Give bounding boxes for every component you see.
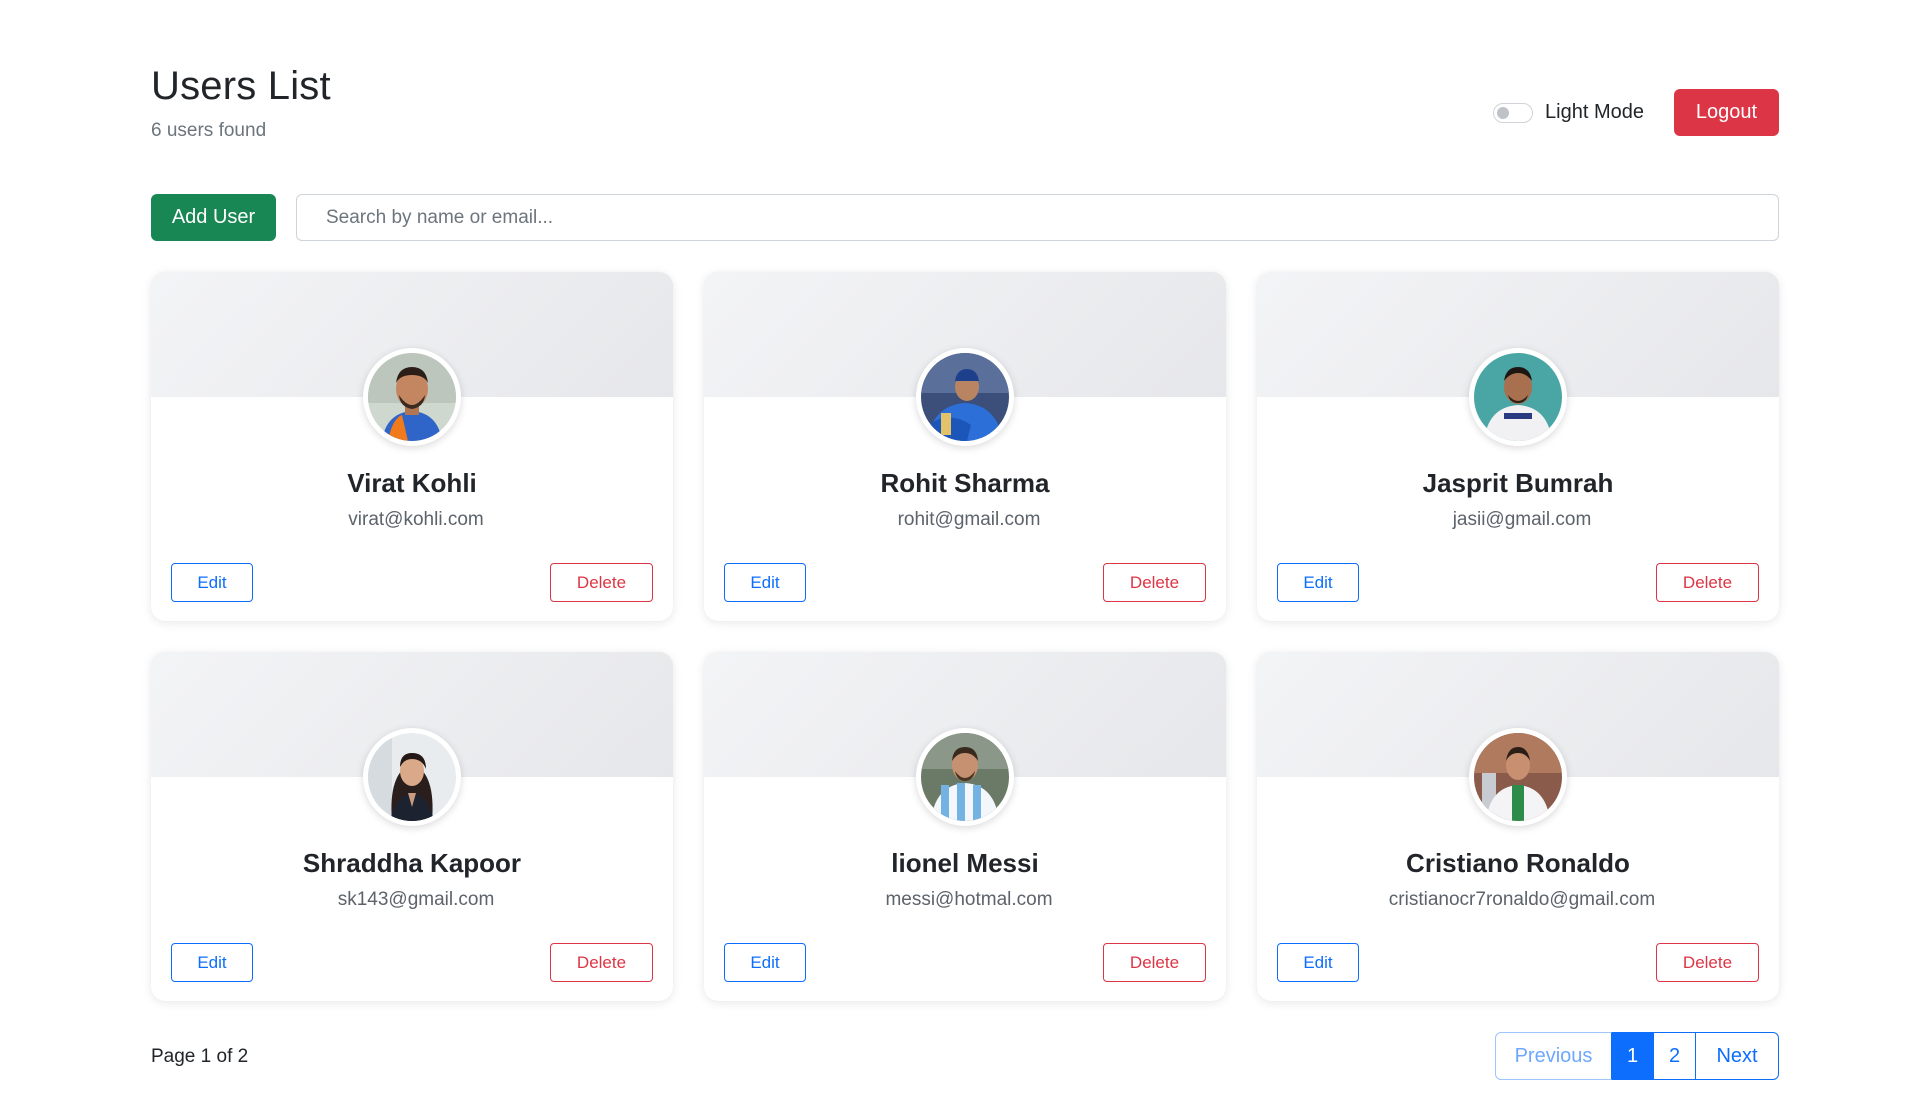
- user-name: lionel Messi: [891, 848, 1039, 878]
- user-email: cristianocr7ronaldo@gmail.com: [1388, 889, 1656, 910]
- page-button-2[interactable]: 2: [1654, 1032, 1696, 1080]
- pagination: Previous 1 2 Next: [1495, 1032, 1779, 1080]
- logout-button[interactable]: Logout: [1674, 89, 1779, 136]
- delete-button[interactable]: Delete: [1656, 943, 1759, 982]
- delete-button[interactable]: Delete: [1103, 943, 1206, 982]
- previous-page-button[interactable]: Previous: [1495, 1032, 1612, 1080]
- user-email: messi@hotmal.com: [885, 889, 1053, 910]
- edit-button[interactable]: Edit: [171, 563, 253, 602]
- page-button-1[interactable]: 1: [1612, 1032, 1654, 1080]
- avatar: [916, 728, 1014, 826]
- user-name: Shraddha Kapoor: [302, 848, 522, 878]
- toggle-knob: [1497, 106, 1510, 119]
- delete-button[interactable]: Delete: [550, 563, 653, 602]
- avatar: [916, 348, 1014, 446]
- edit-button[interactable]: Edit: [724, 563, 806, 602]
- toolbar: Add User: [151, 194, 1779, 241]
- user-email: jasii@gmail.com: [1452, 509, 1592, 530]
- user-email: virat@kohli.com: [348, 509, 484, 530]
- user-card: Rohit Sharma rohit@gmail.com Edit Delete: [704, 272, 1226, 621]
- avatar: [363, 348, 461, 446]
- page-title: Users List: [151, 64, 331, 108]
- theme-toggle-label: Light Mode: [1545, 101, 1644, 123]
- search-input[interactable]: [296, 194, 1779, 241]
- user-email: rohit@gmail.com: [897, 509, 1041, 530]
- page-header: Users List 6 users found Light Mode Logo…: [151, 60, 1779, 150]
- user-card: lionel Messi messi@hotmal.com Edit Delet…: [704, 652, 1226, 1001]
- next-page-button[interactable]: Next: [1696, 1032, 1779, 1080]
- user-cards-grid: Virat Kohli virat@kohli.com Edit Delete: [151, 272, 1779, 1001]
- add-user-button[interactable]: Add User: [151, 194, 276, 241]
- theme-toggle[interactable]: Light Mode: [1493, 101, 1644, 124]
- avatar: [1469, 348, 1567, 446]
- header-actions: Light Mode Logout: [1493, 89, 1779, 136]
- edit-button[interactable]: Edit: [1277, 563, 1359, 602]
- delete-button[interactable]: Delete: [550, 943, 653, 982]
- user-email: sk143@gmail.com: [337, 889, 495, 910]
- edit-button[interactable]: Edit: [171, 943, 253, 982]
- edit-button[interactable]: Edit: [724, 943, 806, 982]
- delete-button[interactable]: Delete: [1103, 563, 1206, 602]
- edit-button[interactable]: Edit: [1277, 943, 1359, 982]
- pagination-footer: Page 1 of 2 Previous 1 2 Next: [151, 1032, 1779, 1080]
- user-card: Virat Kohli virat@kohli.com Edit Delete: [151, 272, 673, 621]
- user-card: Shraddha Kapoor sk143@gmail.com Edit Del…: [151, 652, 673, 1001]
- user-card: Cristiano Ronaldo cristianocr7ronaldo@gm…: [1257, 652, 1779, 1001]
- toggle-switch[interactable]: [1493, 102, 1534, 123]
- users-count: 6 users found: [151, 120, 267, 141]
- user-card: Jasprit Bumrah jasii@gmail.com Edit Dele…: [1257, 272, 1779, 621]
- avatar: [1469, 728, 1567, 826]
- user-name: Rohit Sharma: [880, 468, 1050, 498]
- delete-button[interactable]: Delete: [1656, 563, 1759, 602]
- page-info: Page 1 of 2: [151, 1046, 249, 1067]
- user-name: Cristiano Ronaldo: [1406, 848, 1630, 878]
- user-name: Jasprit Bumrah: [1422, 468, 1614, 498]
- user-name: Virat Kohli: [347, 468, 477, 498]
- avatar: [363, 728, 461, 826]
